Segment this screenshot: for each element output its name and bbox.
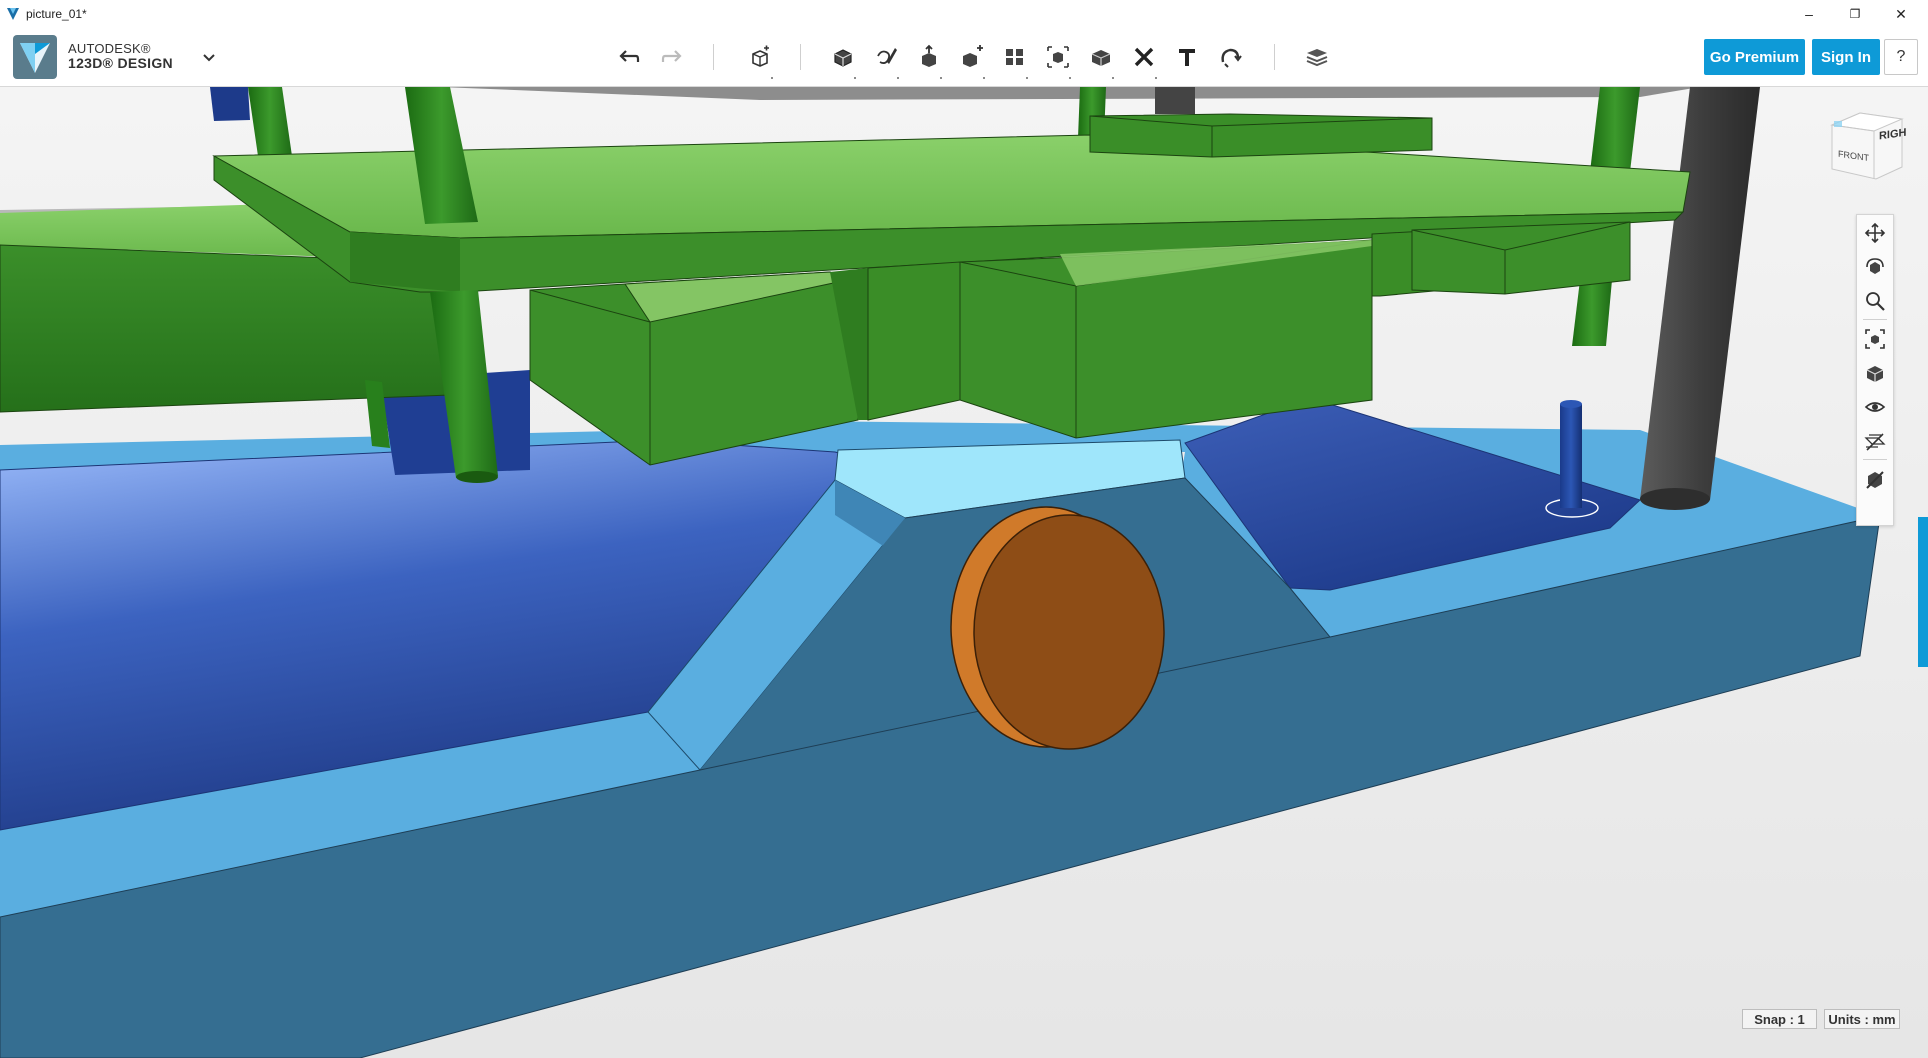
material-button[interactable] [1300,40,1334,74]
autodesk-logo[interactable] [12,34,58,80]
3d-scene[interactable] [0,87,1928,1058]
snap-button[interactable] [1213,40,1247,74]
title-bar: picture_01* – ❐ ✕ [0,0,1928,29]
brand: AUTODESK® 123D® DESIGN [68,41,173,71]
visibility-button[interactable] [1861,393,1889,421]
grid-button[interactable] [1861,427,1889,455]
minimize-icon: – [1805,6,1813,22]
help-button[interactable]: ? [1884,39,1918,75]
pan-button[interactable] [1861,219,1889,247]
restore-icon: ❐ [1849,7,1861,21]
close-button[interactable]: ✕ [1878,0,1924,28]
pattern-button[interactable] [998,40,1032,79]
zoom-icon [1866,292,1885,311]
orbit-button[interactable] [1861,253,1889,281]
brand-line2: 123D® DESIGN [68,55,173,71]
group-icon [1047,46,1069,68]
primitives-icon [834,49,852,67]
view-mode-button[interactable] [1861,359,1889,387]
pattern-icon [1006,49,1023,65]
toolbar-divider [800,44,801,70]
fit-button[interactable] [1861,325,1889,353]
units-status[interactable]: Units : mm [1824,1009,1900,1029]
construct-icon [922,44,936,67]
visibility-icon [1864,402,1886,412]
nav-divider [1863,459,1887,460]
3d-viewport[interactable]: FRONT RIGHT Snap : 1 Units: mm [0,87,1928,1058]
toolbar-divider [713,44,714,70]
material-icon [1306,49,1328,67]
combine-button[interactable] [1084,40,1118,79]
text-icon [1179,49,1195,66]
undo-button[interactable] [612,40,646,74]
redo-button[interactable] [655,40,689,74]
minimize-button[interactable]: – [1786,0,1832,28]
sign-in-button[interactable]: Sign In [1812,39,1880,75]
modify-icon [963,45,983,67]
navigation-bar [1856,214,1894,526]
zoom-button[interactable] [1861,287,1889,315]
toolbar-divider [1274,44,1275,70]
close-icon: ✕ [1895,5,1907,22]
nav-divider [1863,319,1887,320]
text-button[interactable] [1170,40,1204,74]
construct-button[interactable] [912,40,946,79]
modify-button[interactable] [955,40,989,79]
sketch-button[interactable] [869,40,903,79]
material-visibility-icon [1866,471,1884,489]
primitives-button[interactable] [826,40,860,79]
group-button[interactable] [1041,40,1075,79]
redo-icon [661,50,682,62]
fit-icon [1865,329,1885,349]
combine-icon [1091,50,1111,66]
restore-button[interactable]: ❐ [1832,0,1878,28]
view-mode-icon [1866,366,1884,382]
delete-button[interactable] [1127,40,1161,79]
app-icon [7,8,19,20]
view-cube[interactable]: FRONT RIGHT [1826,107,1906,187]
chevron-down-icon[interactable] [200,48,218,66]
window-title: picture_01* [26,7,87,21]
snap-status[interactable]: Snap : 1 [1742,1009,1817,1029]
go-premium-button[interactable]: Go Premium [1704,39,1805,75]
transform-icon [752,45,769,67]
grid-icon [1864,433,1886,451]
orbit-icon [1866,258,1884,274]
undo-icon [619,50,640,62]
sketch-icon [877,48,897,65]
snap-icon [1221,48,1242,68]
main-toolbar: AUTODESK® 123D® DESIGN Go Premium Sign I… [0,28,1928,87]
side-panel-tab[interactable] [1918,517,1928,667]
delete-icon [1134,47,1154,67]
pan-icon [1864,222,1886,244]
transform-button[interactable] [743,40,777,79]
material-visibility-button[interactable] [1861,465,1889,493]
brand-line1: AUTODESK® [68,41,151,56]
